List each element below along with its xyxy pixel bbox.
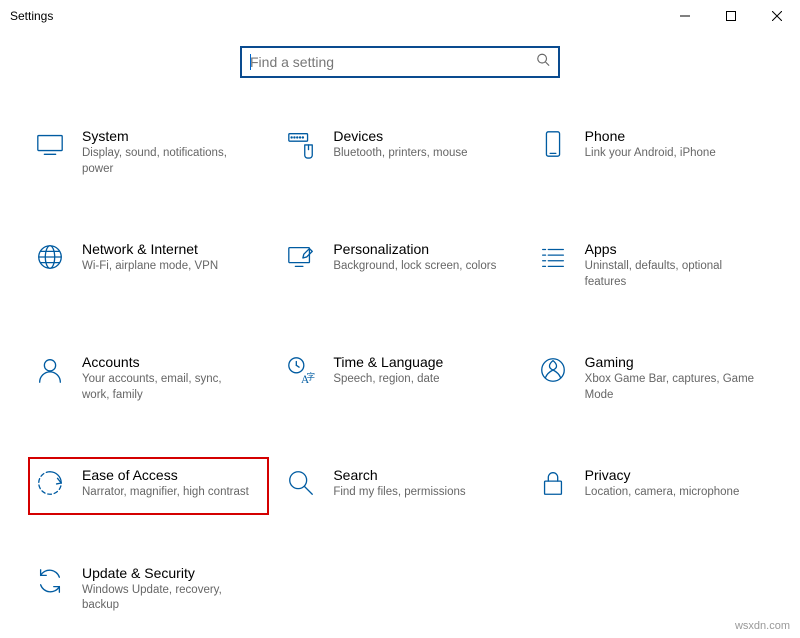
tile-update-security[interactable]: Update & Security Windows Update, recove… <box>28 555 269 628</box>
window-controls <box>662 0 800 32</box>
tile-personalization[interactable]: Personalization Background, lock screen,… <box>279 231 520 304</box>
tile-desc: Link your Android, iPhone <box>585 146 716 162</box>
tile-desc: Bluetooth, printers, mouse <box>333 146 467 162</box>
search-container <box>0 46 800 78</box>
tile-title: Time & Language <box>333 354 443 370</box>
accounts-icon <box>34 354 66 386</box>
minimize-button[interactable] <box>662 0 708 32</box>
titlebar: Settings <box>0 0 800 32</box>
update-icon <box>34 565 66 597</box>
maximize-button[interactable] <box>708 0 754 32</box>
tile-accounts[interactable]: Accounts Your accounts, email, sync, wor… <box>28 344 269 417</box>
tile-title: Devices <box>333 128 467 144</box>
tile-desc: Xbox Game Bar, captures, Game Mode <box>585 372 755 403</box>
tile-title: Ease of Access <box>82 467 249 483</box>
tile-gaming[interactable]: Gaming Xbox Game Bar, captures, Game Mod… <box>531 344 772 417</box>
phone-icon <box>537 128 569 160</box>
text-cursor <box>250 54 251 70</box>
tile-desc: Background, lock screen, colors <box>333 259 496 275</box>
gaming-icon <box>537 354 569 386</box>
tile-time-language[interactable]: A 字 Time & Language Speech, region, date <box>279 344 520 417</box>
search-box[interactable] <box>240 46 560 78</box>
tile-ease-of-access[interactable]: Ease of Access Narrator, magnifier, high… <box>28 457 269 515</box>
devices-icon <box>285 128 317 160</box>
close-button[interactable] <box>754 0 800 32</box>
watermark: wsxdn.com <box>735 620 790 632</box>
tile-title: Privacy <box>585 467 740 483</box>
tile-desc: Display, sound, notifications, power <box>82 146 252 177</box>
search-category-icon <box>285 467 317 499</box>
tile-desc: Find my files, permissions <box>333 485 465 501</box>
search-input[interactable] <box>250 54 550 70</box>
tile-title: System <box>82 128 252 144</box>
tile-title: Phone <box>585 128 716 144</box>
tile-desc: Your accounts, email, sync, work, family <box>82 372 252 403</box>
ease-of-access-icon <box>34 467 66 499</box>
tile-system[interactable]: System Display, sound, notifications, po… <box>28 118 269 191</box>
tile-title: Search <box>333 467 465 483</box>
tile-title: Accounts <box>82 354 252 370</box>
tile-privacy[interactable]: Privacy Location, camera, microphone <box>531 457 772 515</box>
categories-grid: System Display, sound, notifications, po… <box>0 118 800 628</box>
tile-title: Network & Internet <box>82 241 218 257</box>
search-icon <box>536 53 550 72</box>
personalization-icon <box>285 241 317 273</box>
tile-desc: Speech, region, date <box>333 372 443 388</box>
tile-devices[interactable]: Devices Bluetooth, printers, mouse <box>279 118 520 191</box>
tile-title: Update & Security <box>82 565 252 581</box>
globe-icon <box>34 241 66 273</box>
tile-title: Apps <box>585 241 755 257</box>
system-icon <box>34 128 66 160</box>
time-language-icon: A 字 <box>285 354 317 386</box>
tile-title: Personalization <box>333 241 496 257</box>
tile-search[interactable]: Search Find my files, permissions <box>279 457 520 515</box>
tile-network[interactable]: Network & Internet Wi-Fi, airplane mode,… <box>28 231 269 304</box>
tile-desc: Uninstall, defaults, optional features <box>585 259 755 290</box>
apps-icon <box>537 241 569 273</box>
tile-desc: Narrator, magnifier, high contrast <box>82 485 249 501</box>
tile-desc: Location, camera, microphone <box>585 485 740 501</box>
svg-text:字: 字 <box>307 371 315 381</box>
lock-icon <box>537 467 569 499</box>
tile-desc: Wi-Fi, airplane mode, VPN <box>82 259 218 275</box>
tile-title: Gaming <box>585 354 755 370</box>
tile-apps[interactable]: Apps Uninstall, defaults, optional featu… <box>531 231 772 304</box>
tile-phone[interactable]: Phone Link your Android, iPhone <box>531 118 772 191</box>
tile-desc: Windows Update, recovery, backup <box>82 583 252 614</box>
window-title: Settings <box>10 9 53 23</box>
